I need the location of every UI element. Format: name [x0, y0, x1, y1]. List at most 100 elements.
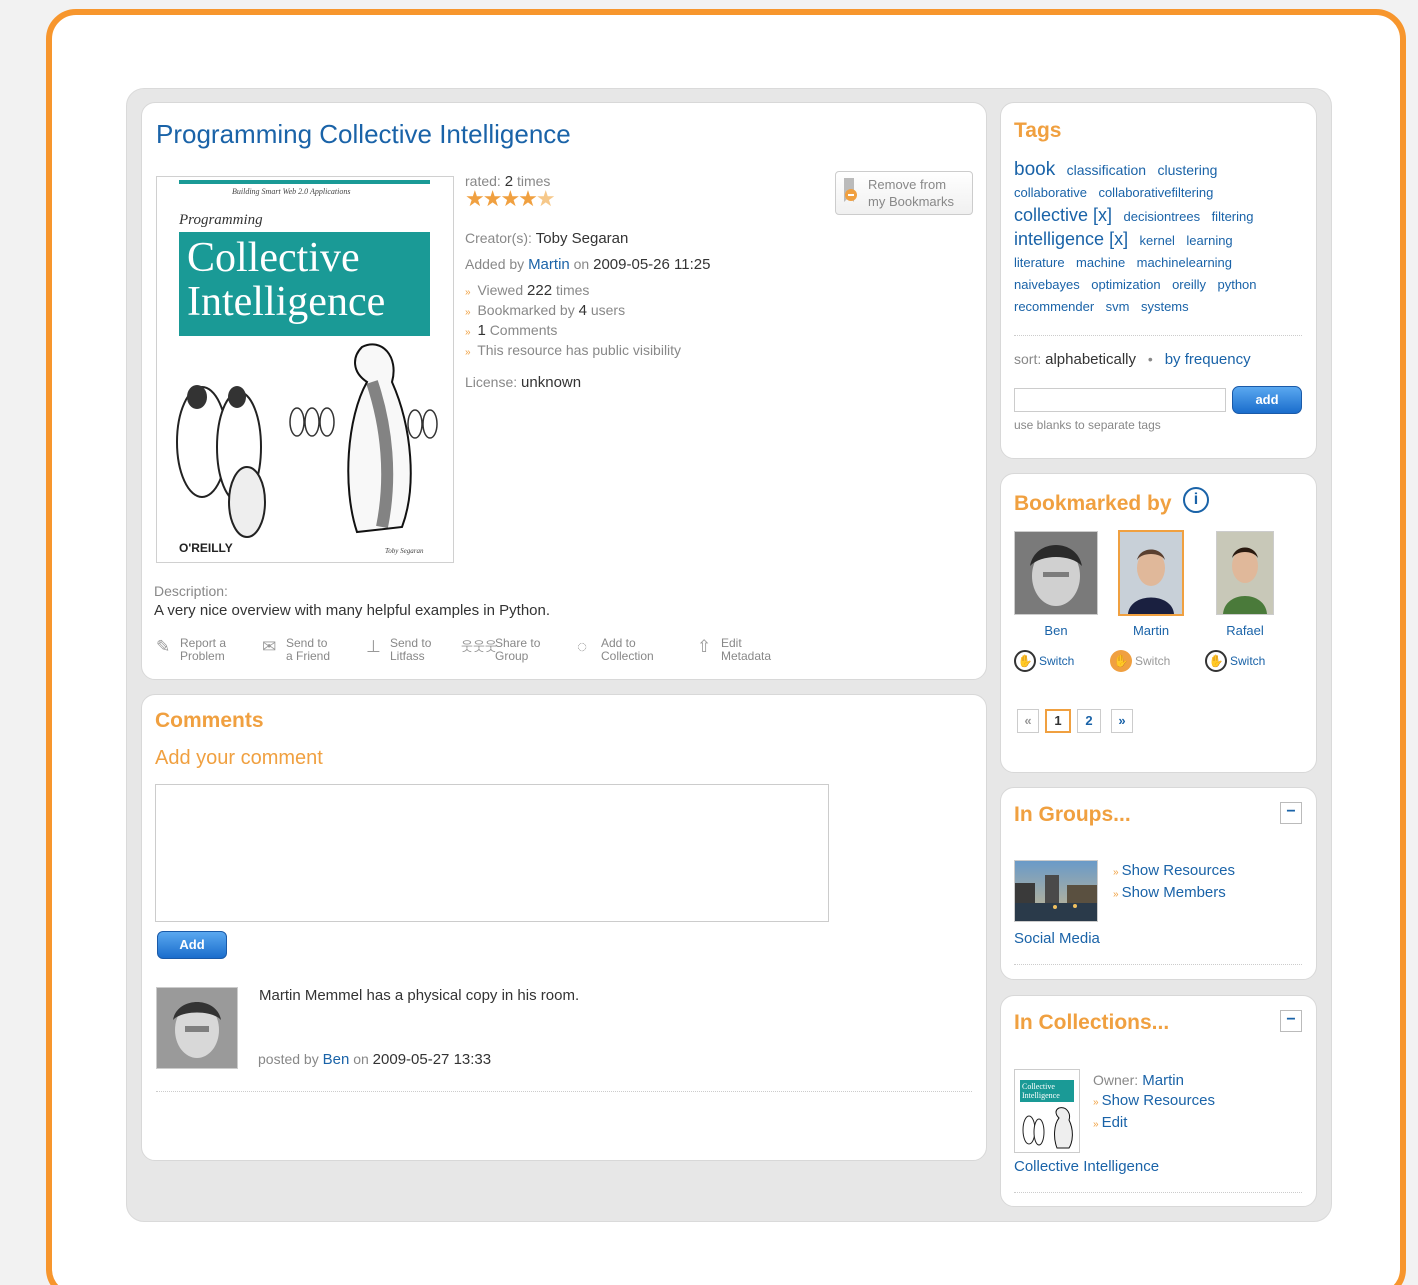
- switch-label: Switch: [1230, 654, 1266, 668]
- tags-panel: Tags book classification clustering coll…: [1000, 102, 1317, 459]
- action-label-2: Problem: [180, 649, 225, 663]
- cover-line1: Collective: [187, 235, 360, 281]
- switch-icon: ✋: [1014, 650, 1036, 672]
- viewed-label: Viewed: [477, 282, 524, 298]
- tag-link[interactable]: classification: [1067, 162, 1146, 178]
- comments-panel: Comments Add your comment Add Martin Mem…: [141, 694, 987, 1161]
- tag-link[interactable]: naivebayes: [1014, 277, 1080, 292]
- added-by-label: Added by: [465, 256, 525, 272]
- rating-stars[interactable]: ★★★★★: [465, 186, 556, 212]
- cover-title-block: Collective Intelligence: [179, 232, 430, 336]
- creators-value: Toby Segaran: [535, 230, 629, 247]
- bookmarker-name: Martin: [1132, 623, 1170, 638]
- action-label-2: a Friend: [286, 649, 331, 663]
- bookmarker-martin[interactable]: Martin: [1118, 530, 1184, 638]
- tag-link[interactable]: machinelearning: [1137, 255, 1232, 270]
- group-thumbnail[interactable]: [1014, 860, 1098, 922]
- send-to-litfass-action[interactable]: ⊥ Send to Litfass: [366, 637, 431, 663]
- action-label-2: Metadata: [721, 649, 772, 663]
- creators-label: Creator(s):: [465, 230, 532, 246]
- bookmarked-count: 4: [578, 302, 587, 319]
- collection-name-link[interactable]: Collective Intelligence: [1014, 1158, 1159, 1175]
- tag-link[interactable]: clustering: [1157, 162, 1217, 178]
- group-show-resources-link[interactable]: Show Resources: [1122, 862, 1235, 879]
- tag-link[interactable]: svm: [1106, 299, 1130, 314]
- switch-label: Switch: [1039, 654, 1075, 668]
- tag-link[interactable]: systems: [1141, 299, 1189, 314]
- bullet-icon: »: [1113, 867, 1119, 878]
- comment-divider: [156, 1091, 972, 1092]
- tag-input[interactable]: [1014, 388, 1226, 412]
- sort-by-frequency-link[interactable]: by frequency: [1165, 351, 1251, 368]
- tag-link[interactable]: filtering: [1212, 209, 1254, 224]
- pager-first-button[interactable]: «: [1017, 709, 1039, 733]
- comment-author-link[interactable]: Ben: [323, 1051, 350, 1068]
- tag-link[interactable]: literature: [1014, 255, 1065, 270]
- pager-page-2[interactable]: 2: [1077, 709, 1101, 733]
- tag-link[interactable]: recommender: [1014, 299, 1094, 314]
- add-comment-button[interactable]: Add: [157, 931, 227, 959]
- bullet-icon: »: [465, 307, 471, 318]
- content-area: Programming Collective Intelligence Buil…: [126, 88, 1332, 1222]
- info-icon[interactable]: i: [1183, 487, 1209, 513]
- switch-link-ben[interactable]: ✋ Switch: [1014, 650, 1074, 672]
- comment-text: Martin Memmel has a physical copy in his…: [259, 987, 580, 1004]
- collection-edit-link[interactable]: Edit: [1102, 1114, 1128, 1131]
- tag-link[interactable]: collective [x]: [1014, 205, 1112, 225]
- bookmarked-label: Bookmarked by: [477, 302, 575, 318]
- tag-cloud: book classification clustering collabora…: [1014, 159, 1299, 318]
- remove-bookmark-button[interactable]: Remove from my Bookmarks: [835, 171, 973, 215]
- added-by-user-link[interactable]: Martin: [528, 256, 570, 273]
- tag-link[interactable]: optimization: [1091, 277, 1160, 292]
- remove-line1: Remove from: [868, 177, 947, 192]
- bookmarker-rafael[interactable]: Rafael: [1213, 531, 1277, 638]
- group-show-members-link[interactable]: Show Members: [1122, 884, 1226, 901]
- collections-panel: In Collections... − Collective Intellige…: [1000, 995, 1317, 1207]
- add-tag-button[interactable]: add: [1232, 386, 1302, 414]
- tag-link[interactable]: intelligence [x]: [1014, 229, 1128, 249]
- tag-link[interactable]: learning: [1186, 233, 1232, 248]
- cover-line2: Intelligence: [187, 279, 386, 325]
- tag-link[interactable]: collaborative: [1014, 185, 1087, 200]
- bookmark-remove-icon: [842, 178, 858, 208]
- add-to-collection-action[interactable]: ◌ Add to Collection: [577, 637, 654, 663]
- up-arrow-icon: ⇧: [697, 637, 712, 656]
- cover-programming: Programming: [179, 212, 263, 228]
- visibility-text: This resource has public visibility: [477, 342, 682, 358]
- bookmarker-ben[interactable]: Ben: [1014, 531, 1098, 638]
- penguin-illustration: [176, 343, 438, 538]
- bookmarked-by-title: Bookmarked by: [1014, 492, 1172, 515]
- collection-owner-link[interactable]: Martin: [1142, 1072, 1184, 1089]
- collection-thumbnail[interactable]: Collective Intelligence: [1014, 1069, 1080, 1153]
- send-to-friend-action[interactable]: ✉ Send to a Friend: [262, 637, 330, 663]
- group-name-link[interactable]: Social Media: [1014, 930, 1100, 947]
- report-problem-action[interactable]: ✎ Report a Problem: [156, 637, 226, 663]
- switch-link-martin[interactable]: ✋ Switch: [1110, 650, 1170, 672]
- switch-label: Switch: [1135, 654, 1171, 668]
- resource-title: Programming Collective Intelligence: [156, 119, 571, 149]
- share-to-group-action[interactable]: 웃웃웃 Share to Group: [461, 637, 540, 663]
- resource-panel: Programming Collective Intelligence Buil…: [141, 102, 987, 680]
- tag-link[interactable]: python: [1217, 277, 1256, 292]
- pager-next-button[interactable]: »: [1111, 709, 1133, 733]
- collection-show-resources-link[interactable]: Show Resources: [1102, 1092, 1215, 1109]
- tag-link[interactable]: oreilly: [1172, 277, 1206, 292]
- collapse-collections-button[interactable]: −: [1280, 1010, 1302, 1032]
- tag-link[interactable]: decisiontrees: [1124, 209, 1201, 224]
- bullet-icon: »: [1093, 1119, 1099, 1130]
- tag-link[interactable]: collaborativefiltering: [1098, 185, 1213, 200]
- pager-page-1[interactable]: 1: [1045, 709, 1071, 733]
- bullet-icon: »: [465, 327, 471, 338]
- cover-publisher: O'REILLY: [179, 541, 233, 555]
- bullet-icon: »: [465, 347, 471, 358]
- collapse-groups-button[interactable]: −: [1280, 802, 1302, 824]
- comments-label: Comments: [489, 322, 558, 338]
- edit-metadata-action[interactable]: ⇧ Edit Metadata: [697, 637, 771, 663]
- license-value: unknown: [521, 374, 582, 391]
- comment-textarea[interactable]: [155, 784, 829, 922]
- tag-link[interactable]: kernel: [1140, 233, 1175, 248]
- tag-link[interactable]: machine: [1076, 255, 1125, 270]
- switch-link-rafael[interactable]: ✋ Switch: [1205, 650, 1265, 672]
- bullet-icon: »: [465, 287, 471, 298]
- tag-link[interactable]: book: [1014, 159, 1055, 180]
